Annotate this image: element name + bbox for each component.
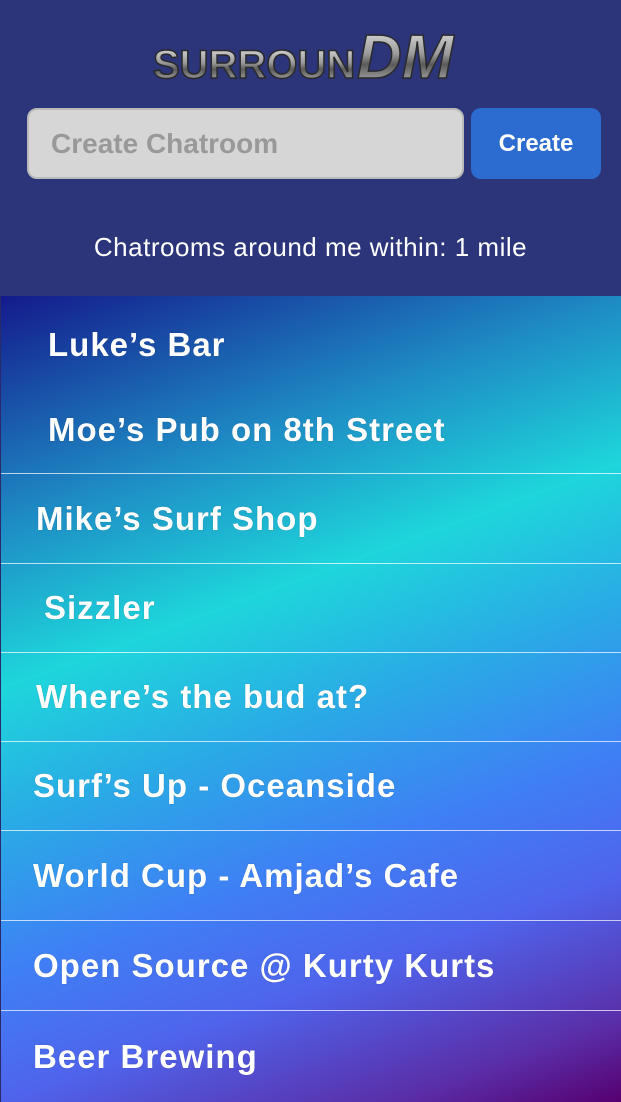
chatroom-name: Surf’s Up - Oceanside (33, 767, 397, 804)
chatroom-name: Where’s the bud at? (36, 678, 370, 715)
chatroom-name: Beer Brewing (33, 1037, 258, 1075)
logo-text-surroun: SURROUN (153, 43, 355, 87)
chatroom-name: Mike’s Surf Shop (36, 499, 319, 537)
create-button[interactable]: Create (471, 108, 601, 179)
list-item[interactable]: Mike’s Surf Shop (1, 473, 621, 563)
list-item[interactable]: World Cup - Amjad’s Cafe (1, 830, 621, 920)
logo-wordmark: SURROUN DM (152, 22, 455, 88)
chatroom-list: Luke’s Bar Moe’s Pub on 8th Street Mike’… (0, 296, 621, 1102)
radius-label: Chatrooms around me within: 1 mile (93, 232, 528, 262)
create-chatroom-field-wrapper (27, 108, 464, 179)
list-item[interactable]: Surf’s Up - Oceanside (1, 741, 621, 830)
chatroom-name: Open Source @ Kurty Kurts (33, 946, 496, 984)
header: SURROUN DM Create Chatrooms around me wi… (0, 0, 621, 296)
app-screen: SURROUN DM Create Chatrooms around me wi… (0, 0, 621, 1102)
list-item[interactable]: Open Source @ Kurty Kurts (1, 920, 621, 1010)
chatroom-name: World Cup - Amjad’s Cafe (33, 856, 460, 894)
list-item[interactable]: Beer Brewing (1, 1010, 621, 1102)
chatroom-name: Luke’s Bar (48, 326, 226, 363)
list-item[interactable]: Sizzler (1, 563, 621, 652)
app-logo: SURROUN DM (0, 14, 621, 88)
list-item[interactable]: Luke’s Bar Moe’s Pub on 8th Street (1, 296, 621, 473)
chatroom-name: Sizzler (44, 589, 156, 626)
chatroom-name: Moe’s Pub on 8th Street (48, 411, 446, 448)
logo-text-dm: DM (357, 23, 455, 88)
create-chatroom-input[interactable] (29, 110, 462, 177)
list-item[interactable]: Where’s the bud at? (1, 652, 621, 741)
